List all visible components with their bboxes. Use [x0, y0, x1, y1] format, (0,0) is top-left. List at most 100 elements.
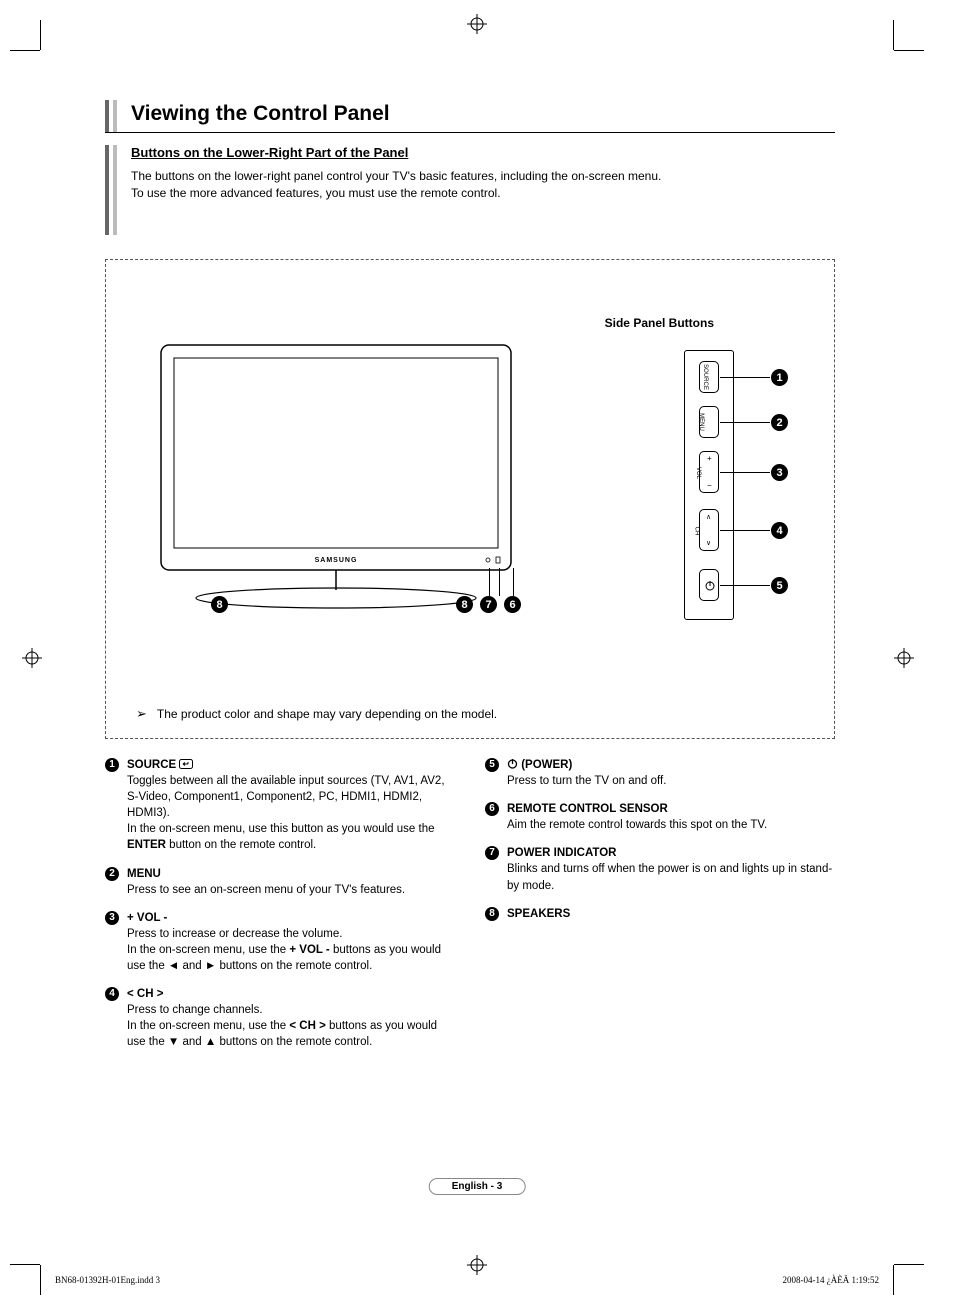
- panel-button-label: VOL: [695, 467, 701, 479]
- description-item: 7 POWER INDICATOR Blinks and turns off whe…: [485, 845, 835, 893]
- panel-button-ch: ∧ CH ∨: [699, 509, 719, 551]
- registration-mark-icon: [894, 648, 914, 668]
- item-number-icon: 5: [485, 758, 499, 772]
- panel-button-power: [699, 569, 719, 601]
- section-subtitle: Buttons on the Lower-Right Part of the P…: [131, 145, 661, 160]
- panel-button-label: MENU: [698, 413, 704, 431]
- item-heading: SOURCE: [127, 759, 193, 771]
- item-description: Press to increase or decrease the volume…: [127, 928, 441, 972]
- page-number-footer: English - 3: [429, 1178, 526, 1195]
- description-item: 4 < CH > Press to change channels.In the o…: [105, 986, 455, 1050]
- crop-mark: [894, 50, 924, 51]
- intro-line: To use the more advanced features, you m…: [131, 186, 501, 200]
- crop-mark: [893, 1265, 894, 1295]
- callout-4-icon: 4: [771, 522, 788, 539]
- section-title-bar: Viewing the Control Panel: [105, 100, 835, 133]
- callout-line: [499, 568, 500, 596]
- item-heading: REMOTE CONTROL SENSOR: [507, 803, 668, 815]
- callout-line: [489, 568, 490, 596]
- description-columns: 1 SOURCE Toggles between all the availabl…: [105, 757, 835, 1063]
- item-body: MENU Press to see an on-screen menu of yo…: [127, 866, 455, 898]
- callout-1-icon: 1: [771, 369, 788, 386]
- item-heading: SPEAKERS: [507, 908, 570, 920]
- side-panel-label: Side Panel Buttons: [605, 316, 714, 330]
- callout-line: [720, 472, 770, 473]
- panel-button-label: CH: [693, 527, 699, 536]
- note-icon: ➢: [136, 706, 147, 722]
- item-body: POWER INDICATOR Blinks and turns off when…: [507, 845, 835, 893]
- description-item: 6 REMOTE CONTROL SENSOR Aim the remote con…: [485, 801, 835, 833]
- item-heading: POWER INDICATOR: [507, 847, 616, 859]
- crop-mark: [40, 20, 41, 50]
- description-item: 2 MENU Press to see an on-screen menu of y…: [105, 866, 455, 898]
- left-column: 1 SOURCE Toggles between all the availabl…: [105, 757, 455, 1063]
- item-description: Toggles between all the available input …: [127, 775, 445, 851]
- registration-mark-icon: [22, 648, 42, 668]
- item-body: + VOL - Press to increase or decrease the…: [127, 910, 455, 974]
- callout-8-icon: 8: [456, 596, 473, 613]
- right-column: 5 (POWER) Press to turn the TV on and off…: [485, 757, 835, 1063]
- panel-button-source: SOURCE: [699, 361, 719, 393]
- item-number-icon: 6: [485, 802, 499, 816]
- item-heading: (POWER): [507, 759, 572, 771]
- item-number-icon: 3: [105, 911, 119, 925]
- note-text: The product color and shape may vary dep…: [157, 707, 497, 721]
- accent-bar: [113, 100, 117, 132]
- item-number-icon: 7: [485, 846, 499, 860]
- crop-mark: [894, 1264, 924, 1265]
- item-heading: < CH >: [127, 988, 163, 1000]
- callout-line: [720, 377, 770, 378]
- item-body: (POWER) Press to turn the TV on and off.: [507, 757, 835, 789]
- item-body: SPEAKERS: [507, 906, 835, 922]
- description-item: 3 + VOL - Press to increase or decrease th…: [105, 910, 455, 974]
- registration-mark-icon: [467, 14, 487, 34]
- callout-8-icon: 8: [211, 596, 228, 613]
- callout-line: [513, 568, 514, 596]
- callout-5-icon: 5: [771, 577, 788, 594]
- item-number-icon: 4: [105, 987, 119, 1001]
- subtitle-row: Buttons on the Lower-Right Part of the P…: [105, 145, 835, 235]
- registration-mark-icon: [467, 1255, 487, 1275]
- doc-footer-left: BN68-01392H-01Eng.indd 3: [55, 1275, 160, 1285]
- item-heading: MENU: [127, 868, 161, 880]
- item-description: Press to see an on-screen menu of your T…: [127, 884, 405, 896]
- item-description: Aim the remote control towards this spot…: [507, 819, 767, 831]
- callout-line: [720, 422, 770, 423]
- page-content: Viewing the Control Panel Buttons on the…: [105, 100, 835, 1063]
- panel-button-vol: + VOL −: [699, 451, 719, 493]
- description-item: 5 (POWER) Press to turn the TV on and off…: [485, 757, 835, 789]
- description-item: 8 SPEAKERS: [485, 906, 835, 922]
- item-body: SOURCE Toggles between all the available…: [127, 757, 455, 854]
- intro-text: The buttons on the lower-right panel con…: [131, 168, 661, 203]
- tv-brand: SAMSUNG: [315, 557, 358, 564]
- item-body: REMOTE CONTROL SENSOR Aim the remote cont…: [507, 801, 835, 833]
- item-number-icon: 8: [485, 907, 499, 921]
- tv-front-illustration: SAMSUNG 8 8 7 6: [156, 340, 536, 643]
- diagram-note: ➢ The product color and shape may vary d…: [136, 706, 497, 722]
- callout-7-icon: 7: [480, 596, 497, 613]
- callout-6-icon: 6: [504, 596, 521, 613]
- panel-button-menu: MENU: [699, 406, 719, 438]
- diagram-container: Side Panel Buttons SAMSUNG 8: [105, 259, 835, 739]
- crop-mark: [10, 50, 40, 51]
- callout-line: [720, 585, 770, 586]
- crop-mark: [40, 1265, 41, 1295]
- item-number-icon: 1: [105, 758, 119, 772]
- side-panel-illustration: SOURCE MENU + VOL − ∧ CH ∨: [684, 350, 734, 620]
- accent-bar: [113, 145, 117, 235]
- callout-2-icon: 2: [771, 414, 788, 431]
- crop-mark: [10, 1264, 40, 1265]
- item-number-icon: 2: [105, 867, 119, 881]
- doc-footer-right: 2008-04-14 ¿ÀÈÄ 1:19:52: [783, 1275, 880, 1285]
- accent-bar: [105, 100, 109, 132]
- item-description: Blinks and turns off when the power is o…: [507, 863, 832, 891]
- item-heading: + VOL -: [127, 912, 167, 924]
- page-title: Viewing the Control Panel: [131, 102, 390, 126]
- panel-button-label: SOURCE: [702, 364, 708, 390]
- crop-mark: [893, 20, 894, 50]
- description-item: 1 SOURCE Toggles between all the availabl…: [105, 757, 455, 854]
- accent-bar: [105, 145, 109, 235]
- item-description: Press to turn the TV on and off.: [507, 775, 666, 787]
- item-description: Press to change channels.In the on-scree…: [127, 1004, 437, 1048]
- manual-page: Viewing the Control Panel Buttons on the…: [0, 0, 954, 1315]
